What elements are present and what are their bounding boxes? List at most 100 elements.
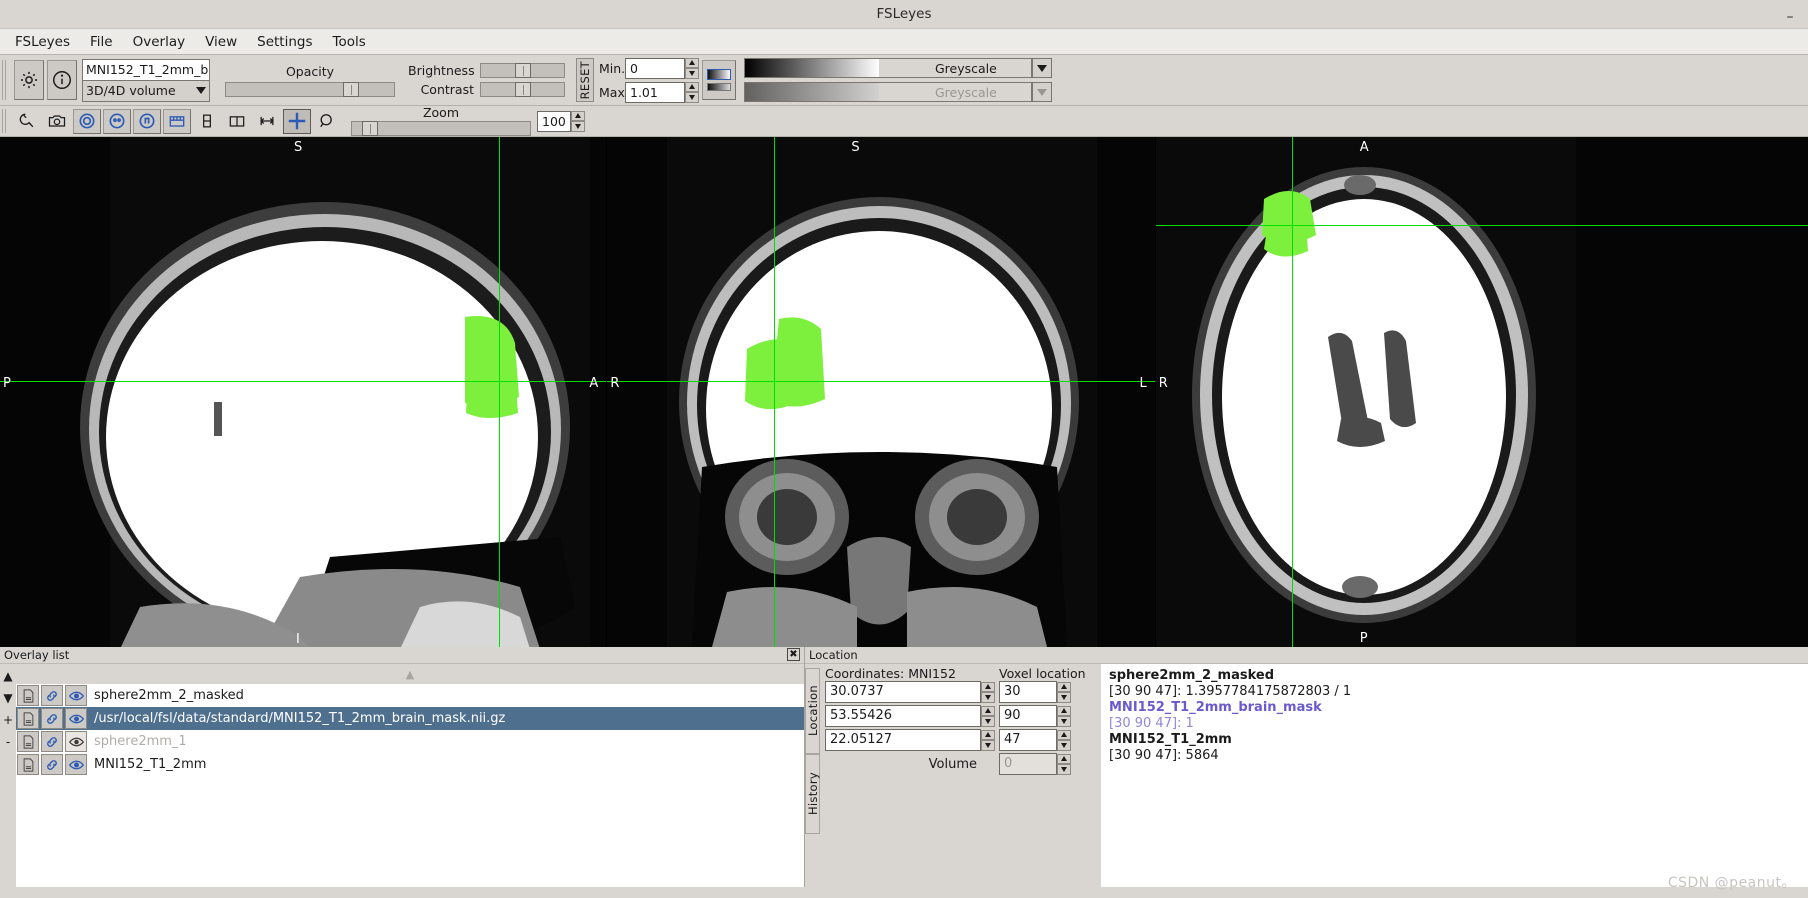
move-down-button[interactable]: ▼: [0, 687, 16, 709]
menu-tools[interactable]: Tools: [324, 31, 375, 53]
min-spin-down[interactable]: [685, 68, 699, 79]
coordinate-y-field[interactable]: 53.55426: [825, 705, 981, 727]
screenshot-settings-icon[interactable]: [13, 108, 41, 134]
voxel-x-field[interactable]: 30: [999, 681, 1057, 703]
coordinate-y-spin[interactable]: [981, 705, 995, 727]
table-row[interactable]: MNI152_T1_2mm: [16, 753, 804, 776]
save-overlay-icon[interactable]: [17, 731, 39, 752]
visibility-icon[interactable]: [65, 708, 87, 729]
coordinate-z-spin[interactable]: [981, 729, 995, 751]
overlay-row-label: sphere2mm_2_masked: [94, 688, 244, 703]
camera-icon[interactable]: [43, 108, 71, 134]
min-value-field[interactable]: 0: [625, 57, 685, 79]
magnifier-icon[interactable]: [313, 108, 341, 134]
coordinate-x-spin[interactable]: [981, 681, 995, 703]
toolbar-grip[interactable]: [2, 60, 8, 100]
max-spin-up[interactable]: [685, 81, 699, 92]
contrast-slider[interactable]: [480, 82, 565, 97]
zoom-slider-thumb[interactable]: [361, 120, 378, 136]
sagittal-canvas[interactable]: S P A I: [0, 137, 607, 647]
menu-fsleyes[interactable]: FSLeyes: [6, 31, 79, 53]
save-overlay-icon[interactable]: [17, 685, 39, 706]
link-icon[interactable]: [41, 685, 63, 706]
volume-spin[interactable]: [1057, 753, 1071, 775]
info-icon[interactable]: [47, 60, 77, 100]
layout-grid-icon[interactable]: [223, 108, 251, 134]
max-spin-arrows[interactable]: [685, 81, 699, 103]
zoom-value-field[interactable]: 100: [537, 110, 571, 132]
axial-crosshair-horizontal: [1155, 225, 1808, 226]
visibility-icon[interactable]: [65, 731, 87, 752]
coordinate-z-field[interactable]: 22.05127: [825, 729, 981, 751]
primary-colourmap-row[interactable]: Greyscale: [744, 58, 1052, 78]
visibility-icon[interactable]: [65, 685, 87, 706]
menu-overlay[interactable]: Overlay: [124, 31, 194, 53]
min-label: Min.: [599, 60, 626, 76]
zoom-spin-down[interactable]: [571, 121, 585, 132]
remove-overlay-button[interactable]: -: [0, 731, 16, 753]
add-overlay-button[interactable]: +: [0, 709, 16, 731]
coronal-image: [607, 137, 1155, 647]
view-toolbar-grip[interactable]: [2, 109, 8, 133]
brightness-slider[interactable]: [480, 63, 565, 78]
secondary-colourmap-row[interactable]: Greyscale: [744, 82, 1052, 102]
brightness-slider-thumb[interactable]: [514, 63, 531, 78]
menu-view[interactable]: View: [196, 31, 246, 53]
save-overlay-icon[interactable]: [17, 754, 39, 775]
table-row[interactable]: sphere2mm_2_masked: [16, 684, 804, 707]
minimize-button[interactable]: –: [1782, 6, 1798, 24]
min-spinner[interactable]: 0: [625, 57, 699, 79]
link-icon[interactable]: [41, 708, 63, 729]
primary-colourmap-dropdown[interactable]: [1032, 58, 1052, 78]
link-icon[interactable]: [41, 754, 63, 775]
volume-field[interactable]: 0: [999, 753, 1057, 775]
table-row[interactable]: /usr/local/fsl/data/standard/MNI152_T1_2…: [16, 707, 804, 730]
max-spinner[interactable]: 1.01: [625, 81, 699, 103]
zoom-spinner[interactable]: 100: [537, 110, 585, 132]
zoom-spin-arrows[interactable]: [571, 110, 585, 132]
reset-button[interactable]: RESET: [576, 58, 594, 102]
voxel-z-field[interactable]: 47: [999, 729, 1057, 751]
visibility-icon[interactable]: [65, 754, 87, 775]
tab-location[interactable]: Location: [805, 668, 820, 754]
overlay-list-scroll-up[interactable]: ▲: [16, 664, 804, 684]
menu-settings[interactable]: Settings: [248, 31, 321, 53]
colourmap-preview-button[interactable]: [702, 60, 736, 100]
coronal-label-left: L: [1139, 376, 1147, 391]
menu-file[interactable]: File: [81, 31, 122, 53]
secondary-colourmap-dropdown[interactable]: [1032, 82, 1052, 102]
3d-view-icon[interactable]: [133, 108, 161, 134]
opacity-slider[interactable]: [225, 81, 395, 97]
contrast-slider-thumb[interactable]: [514, 82, 531, 97]
voxel-z-spin[interactable]: [1057, 729, 1071, 751]
reset-zoom-icon[interactable]: [253, 108, 281, 134]
coordinate-x-field[interactable]: 30.0737: [825, 681, 981, 703]
voxel-y-field[interactable]: 90: [999, 705, 1057, 727]
overlay-type-dropdown[interactable]: 3D/4D volume: [82, 80, 210, 102]
lightbox-view-icon[interactable]: [103, 108, 131, 134]
crosshair-icon[interactable]: [283, 108, 311, 134]
primary-colourmap-bar[interactable]: Greyscale: [744, 58, 1032, 78]
opacity-slider-thumb[interactable]: [343, 81, 360, 97]
zoom-spin-up[interactable]: [571, 110, 585, 121]
max-spin-down[interactable]: [685, 92, 699, 103]
max-value-field[interactable]: 1.01: [625, 81, 685, 103]
movie-icon[interactable]: [163, 108, 191, 134]
move-up-button[interactable]: ▲: [0, 665, 16, 687]
coronal-canvas[interactable]: S R L: [607, 137, 1155, 647]
overlay-name-field[interactable]: MNI152_T1_2mm_brain_mask: [82, 58, 210, 81]
zoom-slider[interactable]: [351, 120, 531, 136]
voxel-x-spin[interactable]: [1057, 681, 1071, 703]
axial-canvas[interactable]: A R P: [1155, 137, 1808, 647]
min-spin-arrows[interactable]: [685, 57, 699, 79]
min-spin-up[interactable]: [685, 57, 699, 68]
gear-icon[interactable]: [14, 60, 44, 100]
voxel-y-spin[interactable]: [1057, 705, 1071, 727]
tab-history[interactable]: History: [805, 754, 820, 834]
link-icon[interactable]: [41, 731, 63, 752]
ortho-view-icon[interactable]: [73, 108, 101, 134]
table-row[interactable]: sphere2mm_1: [16, 730, 804, 753]
save-overlay-icon[interactable]: [17, 708, 39, 729]
close-icon[interactable]: ✖: [787, 648, 800, 661]
layout-single-icon[interactable]: [193, 108, 221, 134]
